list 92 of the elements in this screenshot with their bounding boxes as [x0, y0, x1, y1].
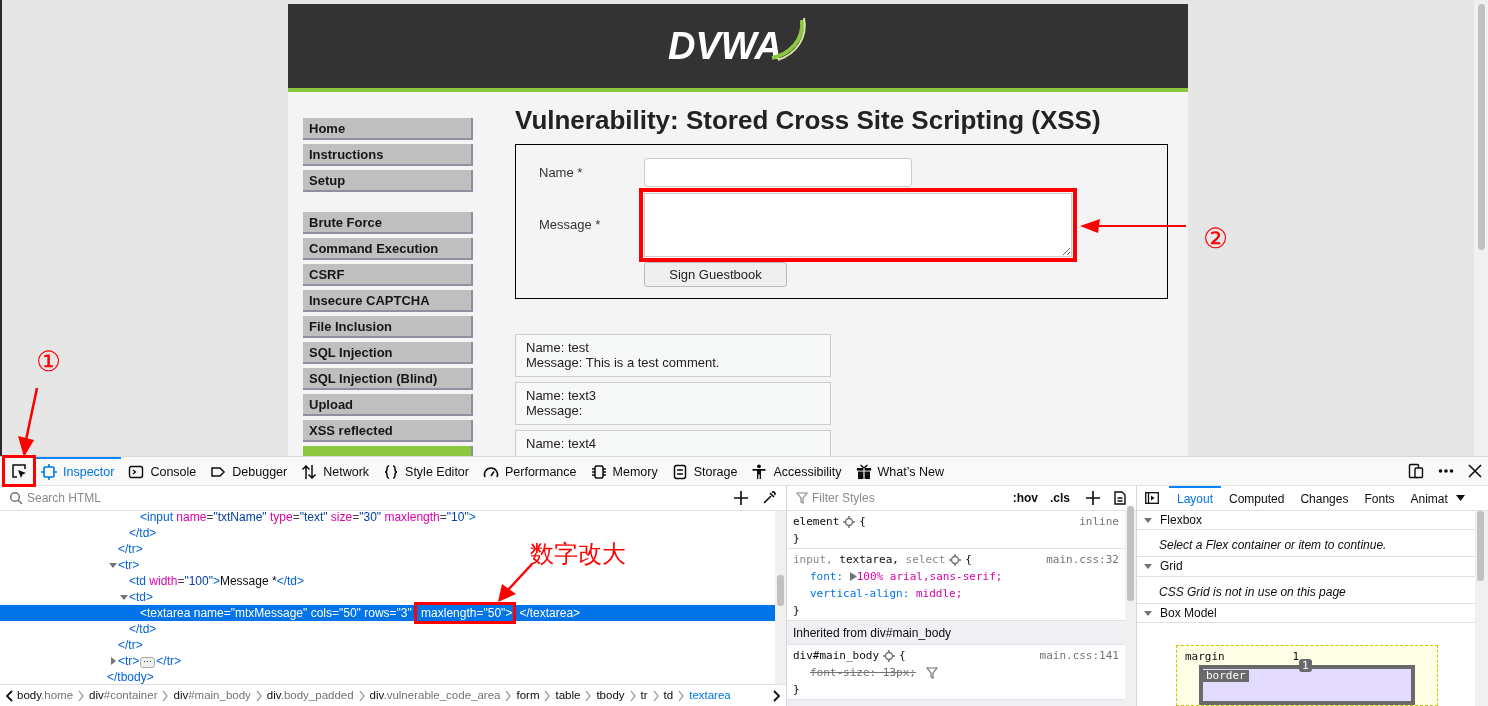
css-property: font: [810, 570, 845, 583]
filter-box[interactable]: Filter Styles [787, 486, 1007, 510]
menu-item[interactable]: CSRF [303, 264, 473, 286]
menu-item[interactable]: SQL Injection (Blind) [303, 368, 473, 390]
devtools-tab[interactable]: Storage [664, 457, 745, 485]
menu-item[interactable]: Command Execution [303, 238, 473, 260]
entry-message: Message: This is a test comment. [526, 355, 720, 370]
breadcrumb[interactable]: div.vulnerable_code_area [369, 686, 501, 705]
filter-field[interactable]: Filter Styles [808, 487, 1007, 509]
step-number: ② [1203, 225, 1228, 253]
box-value: 1 [1299, 659, 1312, 672]
markup-line[interactable]: <td width="100">Message *</td> [129, 573, 304, 589]
breadcrumb[interactable]: body.home [17, 686, 74, 705]
source-link[interactable]: main.css:32 [1046, 553, 1119, 566]
markup-line[interactable]: </tr> [118, 637, 143, 653]
annotation-note: 数字改大 [530, 542, 626, 566]
menu-item[interactable]: SQL Injection [303, 342, 473, 364]
page-heading: Vulnerability: Stored Cross Site Scripting (XSS) [515, 105, 1102, 135]
source-link[interactable]: inline [1079, 515, 1119, 528]
brace: { [859, 515, 866, 528]
entry-name: Name: test [526, 340, 589, 355]
css-value: 100% arial,sans-serif; [856, 570, 1003, 583]
breadcrumb[interactable]: div#container [89, 686, 158, 705]
field-label: Message * [539, 216, 602, 235]
entry-name: Name: text3 [526, 388, 597, 403]
sidebar-tab[interactable]: Fonts [1356, 486, 1403, 511]
toggle-button[interactable]: .cls [1044, 489, 1076, 507]
css-selector: input, [793, 553, 834, 566]
css-selector: element [793, 515, 840, 528]
markup-line[interactable]: </tbody> [107, 669, 154, 684]
breadcrumb[interactable]: textarea [689, 686, 731, 705]
devtools-tab[interactable]: Debugger [203, 457, 295, 485]
breadcrumb[interactable]: td [663, 686, 674, 705]
markup-line[interactable]: </td> [129, 621, 157, 637]
markup-line[interactable]: <td> [129, 589, 154, 605]
submit-button[interactable]: Sign Guestbook [644, 262, 787, 287]
markup-line[interactable]: </td> [129, 525, 157, 541]
breadcrumb[interactable]: tr [640, 686, 648, 705]
menu-item[interactable]: Brute Force [303, 212, 473, 234]
css-selector: select [905, 553, 946, 566]
brace: } [793, 604, 800, 617]
menu-item[interactable]: Upload [303, 394, 473, 416]
css-selector: div#main_body [793, 649, 880, 662]
menu-item[interactable]: Home [303, 118, 473, 140]
inherited-header: Inherited from div#main_body [787, 621, 1125, 645]
breadcrumb[interactable]: tbody [596, 686, 625, 705]
css-declaration: font-size: 13px; [810, 666, 916, 679]
menu-item[interactable]: XSS reflected [303, 420, 473, 442]
breadcrumb[interactable]: div.body_padded [266, 686, 354, 705]
breadcrumb[interactable]: table [555, 686, 581, 705]
brace: } [793, 532, 800, 545]
menu-item[interactable]: Setup [303, 170, 473, 192]
sidebar-tab[interactable]: Animat [1402, 486, 1456, 511]
devtools-tab[interactable]: Accessibility [744, 457, 849, 485]
box-value: 1 [1292, 650, 1301, 663]
menu-item[interactable]: Insecure CAPTCHA [303, 290, 473, 312]
markup-line[interactable]: <tr> ⋯ </tr> [118, 653, 182, 669]
entry-name: Name: text4 [526, 436, 597, 451]
menu-item[interactable]: Instructions [303, 144, 473, 166]
source-link[interactable]: main.css:141 [1039, 649, 1119, 662]
devtools-tab[interactable]: Performance [475, 457, 584, 485]
css-value: middle; [915, 587, 963, 600]
markup-line[interactable]: </tr> [118, 541, 143, 557]
devtools-tab[interactable]: What’s New [848, 457, 951, 485]
section-title[interactable]: Grid [1160, 557, 1183, 576]
breadcrumb[interactable]: div#main_body [173, 686, 251, 705]
brace: } [793, 683, 800, 696]
devtools-tab[interactable]: Network [294, 457, 377, 485]
markup-line[interactable]: <input name="txtName" type="text" size="30" maxlength="10"> [140, 509, 476, 525]
sidebar-tab[interactable]: Computed [1221, 486, 1293, 511]
css-property: vertical-align: [810, 587, 911, 600]
markup-line[interactable]: <tr> [118, 557, 140, 573]
devtools-tab[interactable]: Inspector [34, 457, 122, 485]
breadcrumb[interactable]: form [516, 686, 540, 705]
logo: DVWA [668, 24, 782, 68]
step-number: ① [36, 348, 61, 376]
box-label: margin [1185, 650, 1225, 663]
css-selector: textarea, [839, 553, 900, 566]
devtools-tab[interactable]: Console [121, 457, 204, 485]
toggle-button[interactable]: :hov [1006, 489, 1044, 507]
brace: { [899, 649, 906, 662]
markup-line[interactable]: <textarea name="mtxMessage" cols="50" rows="3" maxlength="50"> </textarea> [140, 605, 581, 621]
sidebar-tab[interactable]: Changes [1292, 486, 1357, 511]
menu-item[interactable]: File Inclusion [303, 316, 473, 338]
section-title[interactable]: Box Model [1160, 603, 1217, 622]
field-label: Name * [539, 163, 584, 182]
devtools-tab[interactable]: Style Editor [376, 457, 476, 485]
devtools-tab[interactable]: Memory [583, 457, 665, 485]
entry-message: Message: [526, 403, 583, 418]
section-title[interactable]: Flexbox [1160, 511, 1203, 530]
box-label: border [1203, 670, 1249, 682]
brace: { [965, 553, 972, 566]
